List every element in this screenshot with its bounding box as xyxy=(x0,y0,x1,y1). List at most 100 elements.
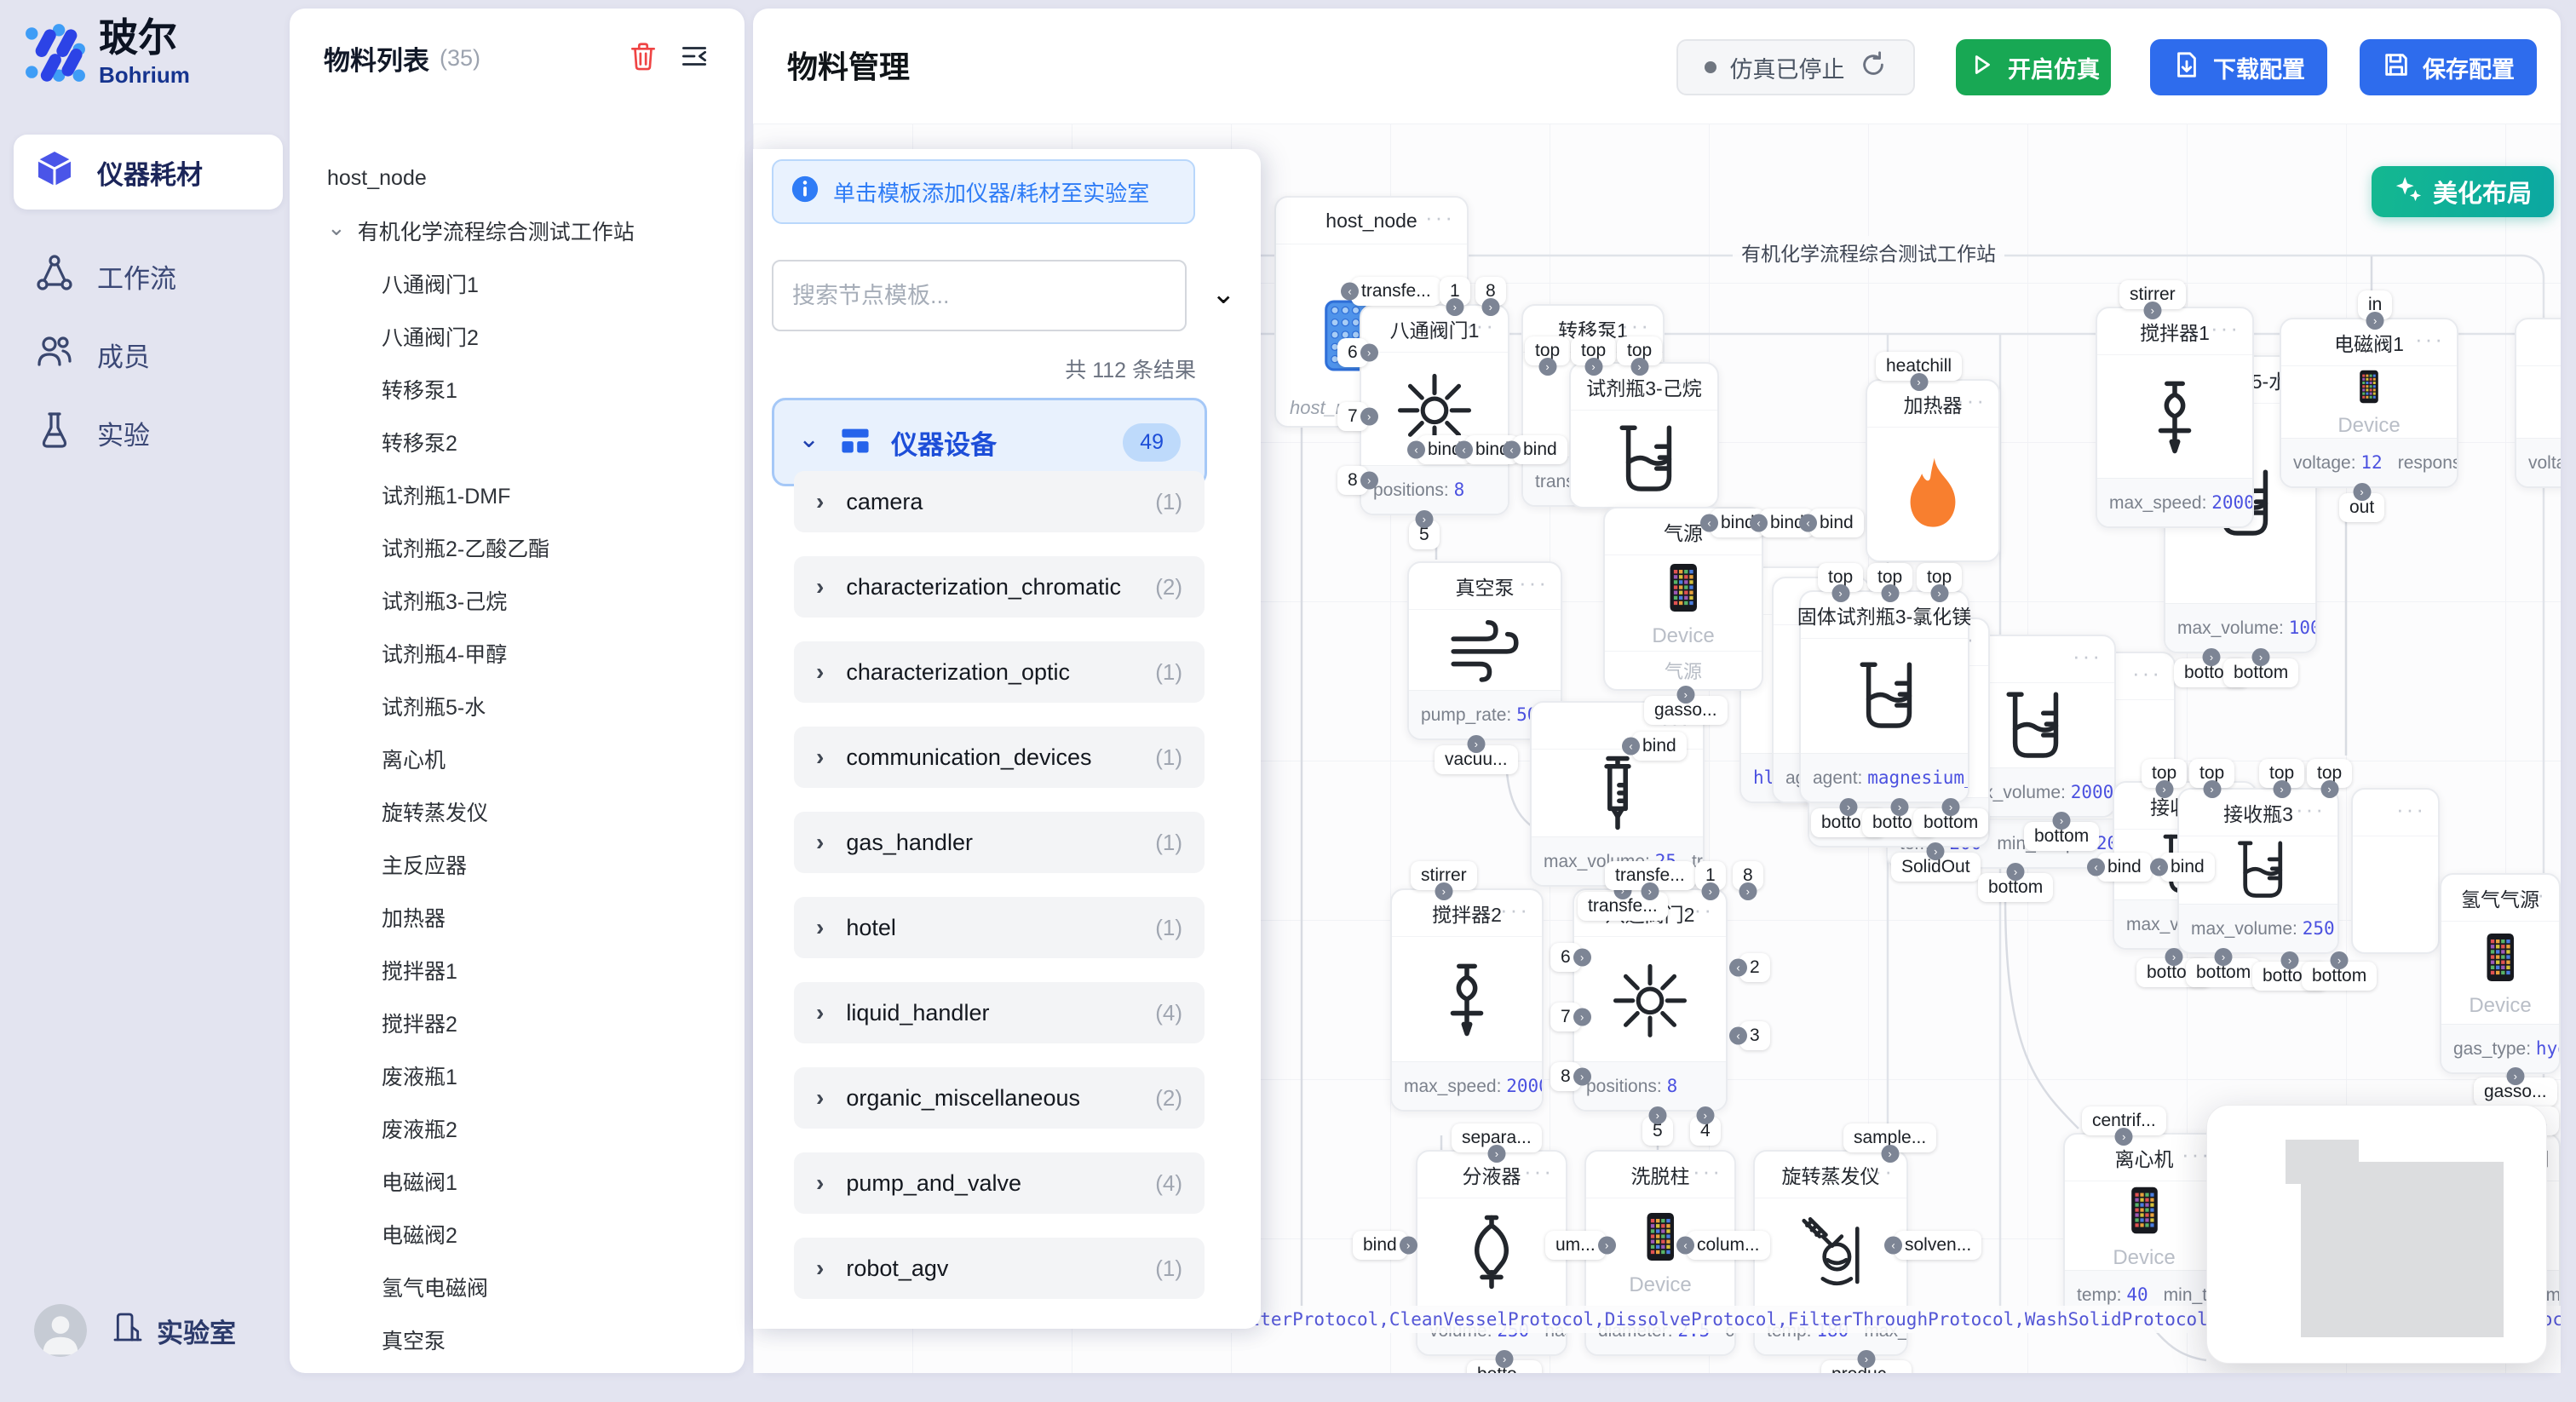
node-menu-icon[interactable]: ··· xyxy=(2073,643,2102,669)
node-menu-icon[interactable]: ··· xyxy=(1519,570,1549,596)
port-dot-icon[interactable]: › xyxy=(1857,1350,1875,1368)
port-dot-icon[interactable]: › xyxy=(1446,298,1463,316)
port-chip[interactable]: top› xyxy=(1525,336,1570,365)
port-chip[interactable]: separa...› xyxy=(1452,1123,1542,1152)
port-chip[interactable]: bind‹ xyxy=(1632,732,1687,761)
canvas-node-stirrer-1[interactable]: 搅拌器1···max_speed: 2000 xyxy=(2096,307,2254,528)
port-dot-icon[interactable]: ‹ xyxy=(2150,859,2168,876)
port-dot-icon[interactable]: › xyxy=(1360,472,1378,490)
port-chip[interactable]: 8› xyxy=(1733,861,1763,890)
tree-item[interactable]: 氢气电磁阀 xyxy=(290,1261,745,1313)
port-chip[interactable]: 1› xyxy=(1695,861,1726,890)
port-chip[interactable]: colum...‹ xyxy=(1687,1231,1770,1260)
port-dot-icon[interactable]: ‹ xyxy=(1676,1237,1694,1255)
port-dot-icon[interactable]: › xyxy=(2506,1067,2524,1085)
node-menu-icon[interactable]: ··· xyxy=(1500,897,1530,923)
tree-item[interactable]: 试剂瓶5-水 xyxy=(290,680,745,733)
port-dot-icon[interactable]: › xyxy=(2281,951,2299,969)
canvas-node-valve-2[interactable]: 八通阀门2···positions: 8 xyxy=(1573,888,1728,1112)
tree-item[interactable]: 废液瓶2 xyxy=(290,1102,745,1155)
port-dot-icon[interactable]: › xyxy=(1538,358,1556,376)
sidebar-item-experiments[interactable]: 实验 xyxy=(14,395,283,470)
simulation-status-pill[interactable]: 仿真已停止 xyxy=(1676,39,1915,95)
port-chip[interactable]: 3‹ xyxy=(1739,1021,1770,1050)
port-dot-icon[interactable]: › xyxy=(1573,949,1591,967)
node-menu-icon[interactable]: ··· xyxy=(2517,882,2547,908)
port-dot-icon[interactable]: › xyxy=(1630,358,1648,376)
port-dot-icon[interactable]: › xyxy=(2273,780,2291,798)
port-dot-icon[interactable]: › xyxy=(1641,882,1659,900)
port-dot-icon[interactable]: › xyxy=(1701,882,1719,900)
port-dot-icon[interactable]: › xyxy=(1942,798,1960,816)
tree-item[interactable]: 试剂瓶2-乙酸乙酯 xyxy=(290,521,745,574)
port-chip[interactable]: sample...› xyxy=(1843,1123,1936,1152)
port-dot-icon[interactable]: › xyxy=(2320,780,2338,798)
port-chip[interactable]: bind‹ xyxy=(2160,853,2215,882)
node-menu-icon[interactable]: ··· xyxy=(1926,599,1956,625)
port-chip[interactable]: top› xyxy=(2189,759,2234,788)
node-menu-icon[interactable]: ··· xyxy=(1957,388,1987,414)
port-chip[interactable]: bottom› xyxy=(2186,958,2261,987)
canvas-node-bottle-3[interactable]: 试剂瓶3-己烷··· xyxy=(1569,362,1719,509)
port-chip[interactable]: 4› xyxy=(1690,1117,1721,1146)
port-dot-icon[interactable]: ‹ xyxy=(1407,441,1425,459)
port-dot-icon[interactable]: › xyxy=(2007,863,2025,881)
tree-item[interactable]: 搅拌器1 xyxy=(290,944,745,997)
template-item-hotel[interactable]: ›hotel(1) xyxy=(794,897,1205,958)
tree-item-host-node[interactable]: host_node xyxy=(290,152,745,204)
beautify-layout-button[interactable]: 美化布局 xyxy=(2372,166,2554,217)
canvas-node-heater[interactable]: 加热器··· xyxy=(1866,379,2000,562)
node-menu-icon[interactable]: ··· xyxy=(1621,313,1651,339)
port-chip[interactable]: top› xyxy=(2307,759,2352,788)
node-menu-icon[interactable]: ··· xyxy=(2415,326,2445,353)
port-chip[interactable]: bottom› xyxy=(1913,808,1988,837)
template-item-communication_devices[interactable]: ›communication_devices(1) xyxy=(794,727,1205,788)
port-dot-icon[interactable]: ‹ xyxy=(1455,441,1473,459)
canvas-node-solid-bottle-3[interactable]: 固体试剂瓶3-氯化镁···agent: magnesium_chloride xyxy=(1799,590,1969,803)
node-menu-icon[interactable]: ··· xyxy=(1693,1158,1722,1185)
port-dot-icon[interactable]: › xyxy=(2353,483,2371,501)
avatar[interactable] xyxy=(34,1304,87,1357)
node-menu-icon[interactable]: ··· xyxy=(2211,315,2240,342)
port-dot-icon[interactable]: › xyxy=(2215,948,2233,966)
start-simulation-button[interactable]: 开启仿真 xyxy=(1956,39,2111,95)
template-item-gas_handler[interactable]: ›gas_handler(1) xyxy=(794,812,1205,873)
port-dot-icon[interactable]: › xyxy=(1840,798,1858,816)
tree-item[interactable]: 八通阀门2 xyxy=(290,310,745,363)
port-chip[interactable]: 8› xyxy=(1337,466,1368,495)
port-chip[interactable]: solven...‹ xyxy=(1895,1231,1981,1260)
port-dot-icon[interactable]: › xyxy=(1598,1237,1616,1255)
port-dot-icon[interactable]: ‹ xyxy=(1750,514,1768,532)
port-chip[interactable]: top› xyxy=(1867,563,1912,592)
port-dot-icon[interactable]: › xyxy=(1435,882,1452,900)
port-dot-icon[interactable]: › xyxy=(1881,584,1899,602)
port-dot-icon[interactable]: › xyxy=(1881,1145,1899,1163)
template-item-characterization_chromatic[interactable]: ›characterization_chromatic(2) xyxy=(794,556,1205,618)
canvas-node-sol-valve-1[interactable]: 电磁阀1···Devicevoltage: 12response_time: 0… xyxy=(2280,318,2458,488)
node-menu-icon[interactable]: ··· xyxy=(2296,796,2326,823)
port-dot-icon[interactable]: › xyxy=(1481,298,1499,316)
port-chip[interactable]: bottom› xyxy=(2223,658,2298,687)
port-chip[interactable]: bind‹ xyxy=(2097,853,2152,882)
port-chip[interactable]: 1› xyxy=(1440,277,1470,306)
port-chip[interactable]: heatchill› xyxy=(1876,352,1962,381)
port-chip[interactable]: 2‹ xyxy=(1739,953,1770,982)
tree-item[interactable]: 离心机 xyxy=(290,733,745,785)
port-chip[interactable]: centrif...› xyxy=(2082,1106,2166,1135)
tree-item[interactable]: 电磁阀1 xyxy=(290,1155,745,1208)
port-dot-icon[interactable]: › xyxy=(1584,358,1602,376)
download-config-button[interactable]: 下载配置 xyxy=(2150,39,2327,95)
tree-item[interactable]: 试剂瓶4-甲醇 xyxy=(290,627,745,680)
canvas-node-centrifuge[interactable]: 离心机···Devicetemp: 40min_temp: 4max_spe..… xyxy=(2063,1133,2225,1320)
port-dot-icon[interactable]: › xyxy=(2203,648,2221,666)
port-dot-icon[interactable]: ‹ xyxy=(1799,514,1817,532)
port-dot-icon[interactable]: › xyxy=(1891,798,1909,816)
collapse-list-icon[interactable] xyxy=(678,40,710,77)
port-dot-icon[interactable]: › xyxy=(1927,842,1945,860)
port-dot-icon[interactable]: › xyxy=(1467,735,1485,753)
search-input[interactable] xyxy=(772,260,1187,331)
port-dot-icon[interactable]: › xyxy=(1573,1008,1591,1026)
port-dot-icon[interactable]: › xyxy=(2053,812,2071,830)
canvas-node-h2-source[interactable]: 氢气气源···Devicegas_type: hydrogenmax_pre..… xyxy=(2440,873,2561,1074)
template-item-organic_miscellaneous[interactable]: ›organic_miscellaneous(2) xyxy=(794,1067,1205,1129)
